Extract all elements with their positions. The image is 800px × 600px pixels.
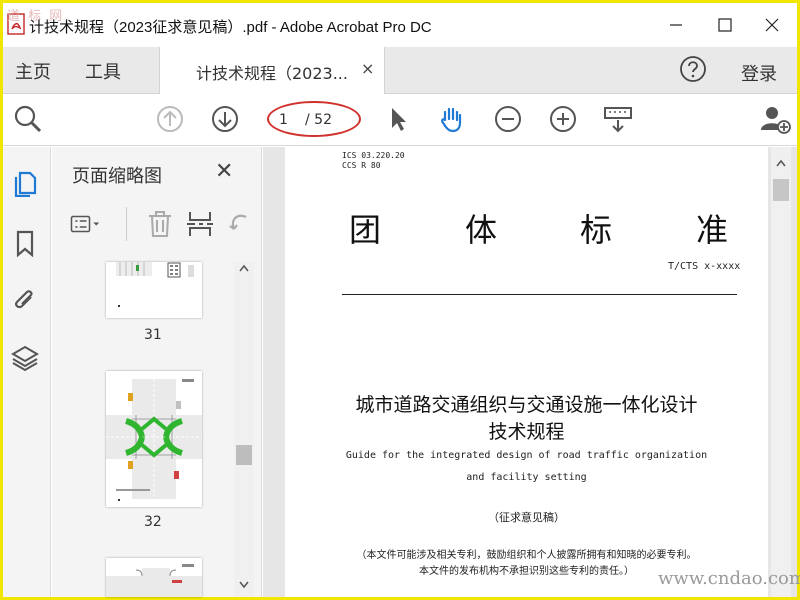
tab-label: 计技术规程（2023... <box>196 64 348 83</box>
ics-code: ICS 03.220.20 <box>342 151 405 160</box>
scrollbar-thumb[interactable] <box>773 179 789 201</box>
search-icon[interactable] <box>13 104 43 134</box>
maximize-button[interactable] <box>710 11 740 39</box>
draft-label: （征求意见稿） <box>488 511 565 524</box>
horizontal-rule <box>342 294 737 295</box>
rotate-icon[interactable] <box>224 209 254 239</box>
panel-title: 页面缩略图 <box>72 166 162 187</box>
panel-close-button[interactable]: ✕ <box>215 159 233 184</box>
heading-char: 团 <box>349 211 382 249</box>
thumbnail-panel: 页面缩略图 ✕ 31 32 <box>52 147 262 597</box>
zoom-in-icon[interactable] <box>548 104 578 134</box>
tab-document[interactable]: 计技术规程（2023... × <box>159 47 385 94</box>
english-title-line2: and facility setting <box>466 472 587 483</box>
bookmark-icon[interactable] <box>11 229 39 257</box>
tab-bar: 主页 工具 计技术规程（2023... × 登录 <box>3 47 797 94</box>
classification-codes: ICS 03.220.20 CCS R 80 <box>342 151 405 171</box>
document-view: ICS 03.220.20 CCS R 80 团 体 标 准 T/CTS x-x… <box>263 147 797 597</box>
heading-char: 体 <box>465 211 498 249</box>
heading-char: 标 <box>580 211 613 249</box>
scroll-down-icon[interactable] <box>239 581 249 589</box>
previous-page-icon[interactable] <box>155 104 185 134</box>
next-page-icon[interactable] <box>210 104 240 134</box>
title-bar: 道 标 网 计技术规程（2023征求意见稿）.pdf - Adobe Acrob… <box>3 3 797 47</box>
thumbnail-drawing <box>106 564 202 597</box>
thumbnail-drawing <box>106 379 202 501</box>
page-thumbnails-icon[interactable] <box>11 169 39 197</box>
thumbnail-drawing <box>116 262 194 307</box>
keyboard-scroll-icon[interactable] <box>603 104 633 134</box>
patent-note-line1: （本文件可能涉及相关专利，鼓励组织和个人披露所拥有和知晓的必要专利。 <box>356 550 697 561</box>
thumbnail-page-number: 32 <box>144 514 162 530</box>
thumbnail-scrollbar[interactable] <box>234 262 254 597</box>
pdf-page: ICS 03.220.20 CCS R 80 团 体 标 准 T/CTS x-x… <box>285 147 768 597</box>
red-highlight-ellipse <box>267 101 361 137</box>
tab-close-button[interactable]: × <box>361 59 374 78</box>
minimize-button[interactable] <box>661 11 691 39</box>
tool-divider <box>126 207 127 241</box>
thumbnail-options-icon[interactable] <box>70 209 100 239</box>
page-number-box[interactable]: 1 / 52 <box>267 101 361 137</box>
toolbar: 1 / 52 <box>3 94 797 146</box>
menu-home[interactable]: 主页 <box>15 58 51 84</box>
extract-pages-icon[interactable] <box>185 209 215 239</box>
login-button[interactable]: 登录 <box>741 60 777 86</box>
standard-number: T/CTS x-xxxx <box>668 261 741 272</box>
document-scrollbar[interactable] <box>771 147 791 597</box>
hand-tool-icon[interactable] <box>437 104 467 134</box>
ccs-code: CCS R 80 <box>342 161 381 170</box>
thumbnail-page[interactable] <box>106 558 202 597</box>
thumbnail-page-number: 31 <box>144 327 162 343</box>
select-arrow-icon[interactable] <box>383 104 413 134</box>
english-title-line1: Guide for the integrated design of road … <box>345 450 708 461</box>
maximize-icon <box>718 18 732 32</box>
watermark-bottom: www.cndao.com <box>658 568 800 589</box>
menu-tools[interactable]: 工具 <box>85 58 121 84</box>
close-window-button[interactable] <box>757 11 787 39</box>
minimize-icon <box>670 24 682 26</box>
scrollbar-thumb[interactable] <box>236 445 252 465</box>
add-user-icon[interactable] <box>761 104 791 134</box>
window-title: 计技术规程（2023征求意见稿）.pdf - Adobe Acrobat Pro… <box>29 19 432 36</box>
close-icon <box>765 18 779 32</box>
scroll-up-icon[interactable] <box>239 264 249 272</box>
delete-icon[interactable] <box>145 209 175 239</box>
navigation-rail <box>3 147 51 597</box>
thumbnail-tools <box>52 203 262 247</box>
heading-char: 准 <box>696 211 729 249</box>
attachment-icon[interactable] <box>11 285 39 313</box>
thumbnail-page[interactable] <box>106 371 202 507</box>
help-icon[interactable] <box>679 55 707 83</box>
zoom-out-icon[interactable] <box>493 104 523 134</box>
thumbnail-page[interactable] <box>106 262 202 318</box>
scroll-up-icon[interactable] <box>776 159 786 167</box>
document-title-line2: 技术规程 <box>488 421 565 443</box>
document-title-line1: 城市道路交通组织与交通设施一体化设计 <box>355 394 698 416</box>
layers-icon[interactable] <box>11 344 39 372</box>
